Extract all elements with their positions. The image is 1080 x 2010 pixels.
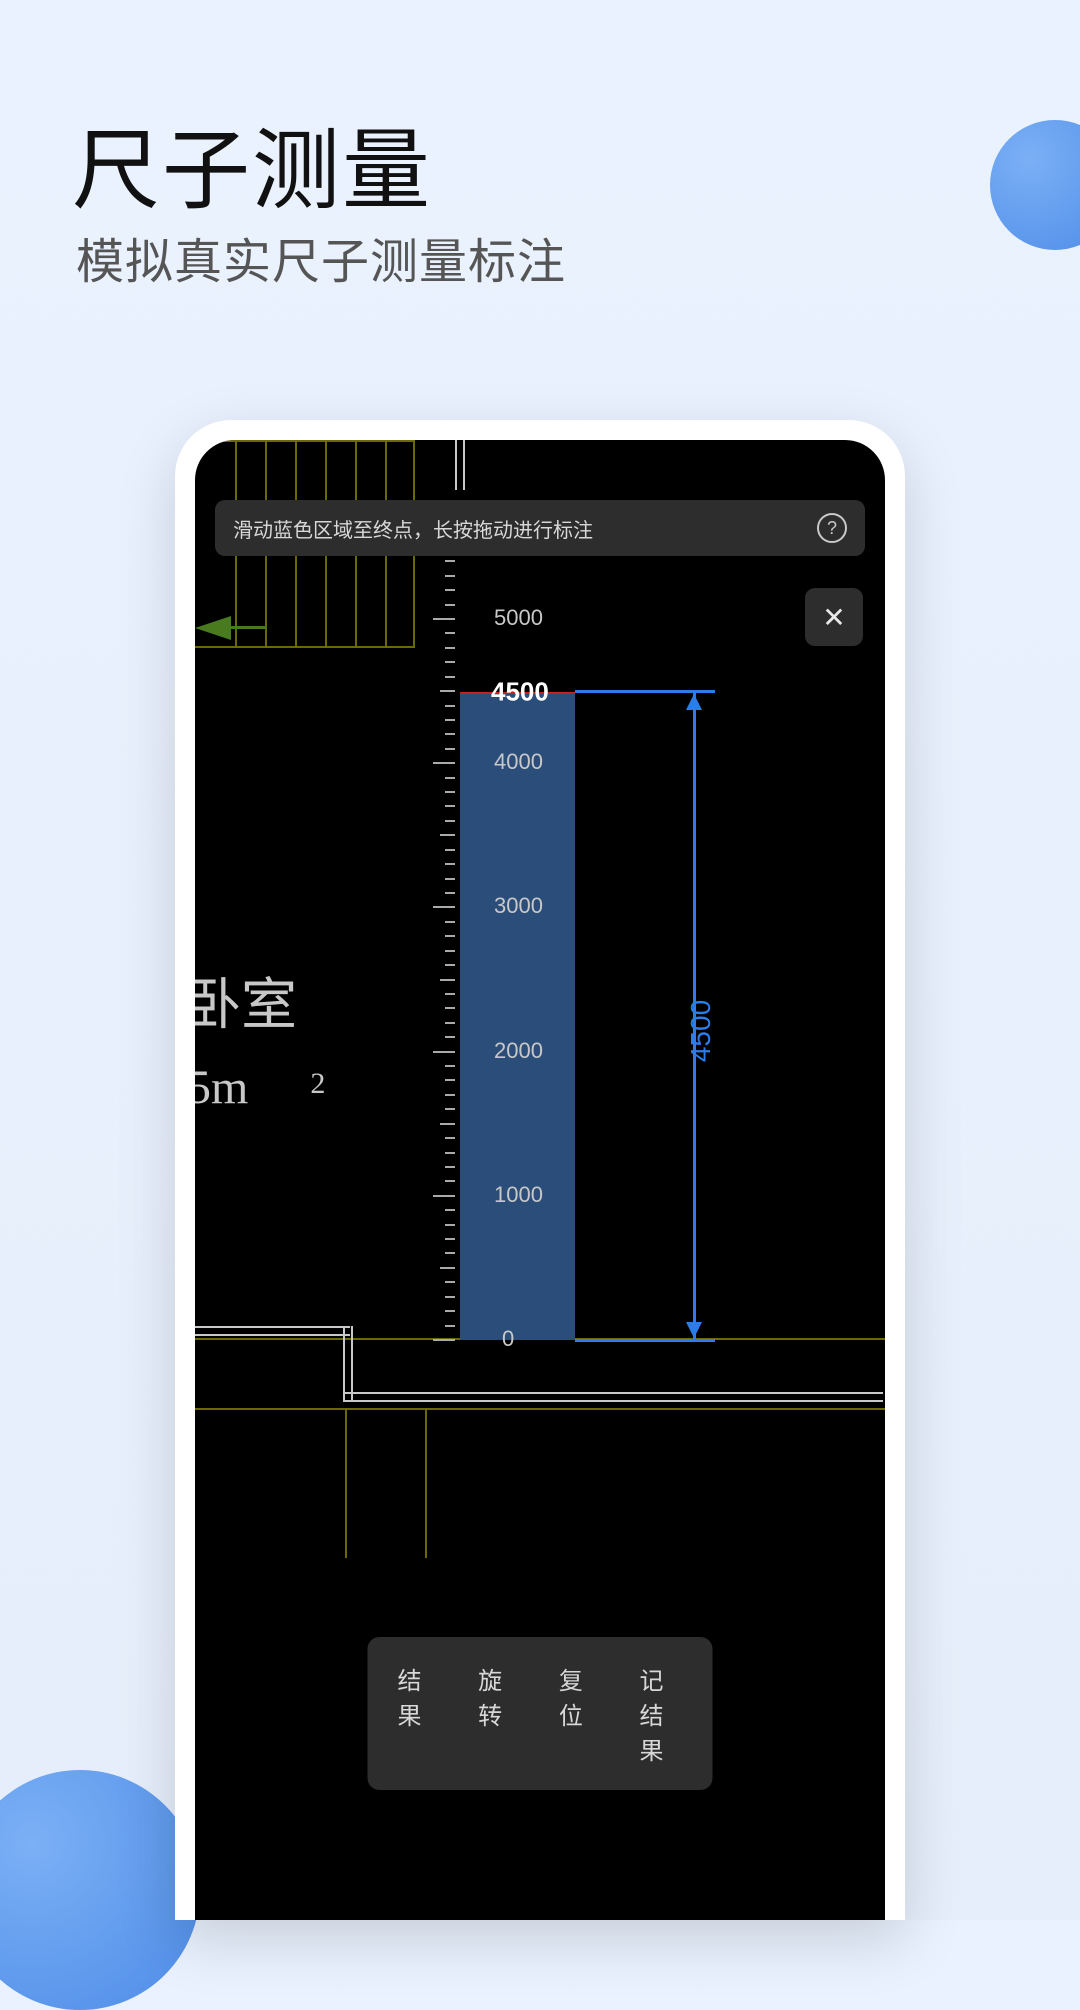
ruler-tick: [445, 820, 455, 822]
rotate-button[interactable]: 旋转: [452, 1641, 533, 1786]
ruler-tick: [445, 1152, 455, 1154]
ruler-tick: [433, 762, 455, 764]
ruler-tick: [445, 1296, 455, 1298]
ruler-tick: [433, 1339, 455, 1341]
ruler-tick: [445, 1007, 455, 1009]
tick-label: 4000: [494, 749, 885, 775]
ruler-tick: [440, 979, 455, 981]
ruler-tick: [445, 733, 455, 735]
ruler-tick: [445, 719, 455, 721]
record-result-button[interactable]: 记结果: [614, 1641, 709, 1786]
ruler-tick: [445, 849, 455, 851]
ruler-tick: [445, 1224, 455, 1226]
ruler-tick: [445, 1137, 455, 1139]
arrow-line: [231, 626, 267, 629]
ruler-tick: [445, 1325, 455, 1327]
ruler-tick: [440, 690, 455, 692]
tick-label: 3000: [494, 893, 885, 919]
ruler-tick: [433, 906, 455, 908]
ruler-scale[interactable]: [415, 540, 455, 1340]
tick-label: 1000: [494, 1182, 885, 1208]
app-screen: 卧室 5m 2 4500 5000 4500 4000 3000 2000 10…: [195, 440, 885, 1920]
ruler-tick: [445, 1094, 455, 1096]
ruler-tick: [445, 604, 455, 606]
bottom-toolbar: 结果 旋转 复位 记结果: [368, 1637, 713, 1790]
ruler-tick: [445, 921, 455, 923]
ruler-tick: [445, 791, 455, 793]
ruler-tick: [433, 618, 455, 620]
ruler-tick: [445, 1036, 455, 1038]
ruler-tick: [445, 632, 455, 634]
ruler-tick: [445, 777, 455, 779]
ruler-tick: [445, 1022, 455, 1024]
phone-frame: 卧室 5m 2 4500 5000 4500 4000 3000 2000 10…: [175, 420, 905, 1920]
ruler-tick: [433, 1195, 455, 1197]
area-exponent: 2: [310, 1067, 325, 1100]
reset-button[interactable]: 复位: [533, 1641, 614, 1786]
area-value: 5m 2: [195, 1060, 275, 1115]
ruler-tick: [445, 1108, 455, 1110]
promo-title: 尺子测量: [72, 100, 432, 227]
arrow-left-icon: [195, 616, 231, 640]
ruler-tick: [445, 1238, 455, 1240]
ruler-tick: [445, 892, 455, 894]
hint-bar: 滑动蓝色区域至终点，长按拖动进行标注 ?: [215, 500, 865, 556]
close-button[interactable]: ✕: [805, 588, 863, 646]
ruler-tick: [445, 805, 455, 807]
ruler-tick: [445, 1209, 455, 1211]
ruler-tick: [445, 950, 455, 952]
ruler-tick: [445, 647, 455, 649]
ruler-tick: [445, 964, 455, 966]
ruler-main-value: 4500: [491, 677, 885, 708]
help-icon[interactable]: ?: [817, 513, 847, 543]
ruler-tick: [445, 705, 455, 707]
ruler-tick: [445, 1065, 455, 1067]
tick-label: 0: [502, 1326, 885, 1352]
ruler-tick: [440, 1123, 455, 1125]
ruler-tick: [433, 1051, 455, 1053]
close-icon: ✕: [822, 601, 845, 634]
ruler-tick: [445, 560, 455, 562]
ruler-tick: [445, 1310, 455, 1312]
ruler-tick: [445, 1166, 455, 1168]
ruler-tick: [445, 589, 455, 591]
ruler-tick: [440, 1267, 455, 1269]
tick-label: 2000: [494, 1038, 885, 1064]
ruler-tick: [445, 935, 455, 937]
ruler-tick: [445, 575, 455, 577]
room-label: 卧室: [195, 960, 297, 1041]
ruler-selection-zone[interactable]: [460, 692, 575, 1340]
ruler-tick: [445, 863, 455, 865]
ruler-tick: [445, 1180, 455, 1182]
ruler-tick: [440, 834, 455, 836]
hint-text: 滑动蓝色区域至终点，长按拖动进行标注: [233, 514, 593, 543]
ruler-tick: [445, 676, 455, 678]
ruler-tick: [445, 748, 455, 750]
bg-decoration-circle: [990, 120, 1080, 250]
promo-subtitle: 模拟真实尺子测量标注: [76, 222, 566, 292]
bg-decoration-circle: [0, 1770, 200, 2010]
ruler-tick: [445, 1252, 455, 1254]
ruler-tick: [445, 661, 455, 663]
ruler-tick: [445, 993, 455, 995]
ruler-tick: [445, 878, 455, 880]
ruler-tick: [445, 1079, 455, 1081]
result-button[interactable]: 结果: [372, 1641, 453, 1786]
area-number: 5m: [195, 1061, 248, 1114]
ruler-tick: [445, 1281, 455, 1283]
